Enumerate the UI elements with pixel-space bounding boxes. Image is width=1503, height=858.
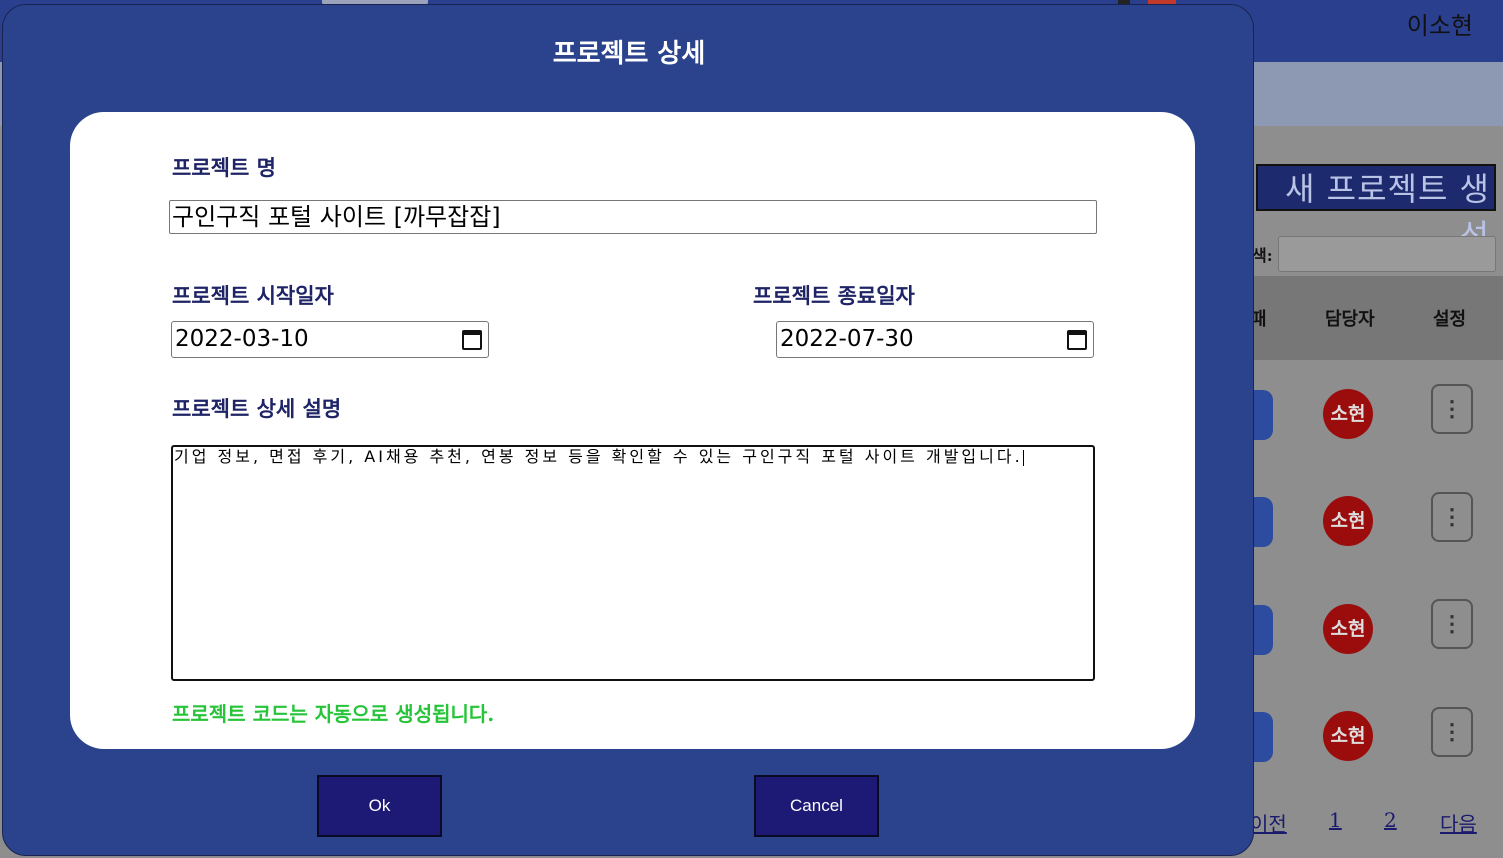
start-date-label: 프로젝트 시작일자 bbox=[172, 283, 334, 308]
text-caret bbox=[1022, 449, 1024, 466]
avatar: 소현 bbox=[1323, 389, 1373, 439]
table-row[interactable] bbox=[1254, 390, 1273, 440]
table-header-owner: 담당자 bbox=[1325, 309, 1375, 330]
table-row[interactable] bbox=[1254, 605, 1273, 655]
new-project-button[interactable]: 새 프로젝트 생성 bbox=[1256, 164, 1496, 255]
calendar-icon[interactable] bbox=[1067, 330, 1087, 350]
start-date-value: 2022-03-10 bbox=[175, 326, 309, 352]
avatar: 소현 bbox=[1323, 604, 1373, 654]
description-label: 프로젝트 상세 설명 bbox=[172, 396, 342, 421]
ok-button[interactable]: Ok bbox=[317, 775, 442, 837]
project-name-label: 프로젝트 명 bbox=[172, 155, 276, 180]
auto-code-notice: 프로젝트 코드는 자동으로 생성됩니다. bbox=[172, 702, 495, 726]
end-date-input[interactable]: 2022-07-30 bbox=[776, 321, 1094, 358]
description-textarea[interactable]: 기업 정보, 면접 후기, AI채용 추천, 연봉 정보 등을 확인할 수 있는… bbox=[171, 445, 1095, 681]
avatar: 소현 bbox=[1323, 496, 1373, 546]
row-menu-button[interactable]: ⋮ bbox=[1431, 599, 1473, 649]
pagination-page-1[interactable]: 1 bbox=[1329, 808, 1342, 832]
row-menu-button[interactable]: ⋮ bbox=[1431, 384, 1473, 434]
description-text: 기업 정보, 면접 후기, AI채용 추천, 연봉 정보 등을 확인할 수 있는… bbox=[174, 447, 1023, 466]
table-header-settings: 설정 bbox=[1433, 309, 1467, 330]
row-menu-button[interactable]: ⋮ bbox=[1431, 707, 1473, 757]
search-label: 색: bbox=[1252, 246, 1273, 265]
calendar-icon[interactable] bbox=[462, 330, 482, 350]
pagination-next[interactable]: 다음 bbox=[1440, 808, 1477, 837]
pagination-prev[interactable]: 이전 bbox=[1250, 808, 1287, 837]
project-detail-modal: 프로젝트 상세 프로젝트 명 구인구직 포털 사이트 [까무잡잡] 프로젝트 시… bbox=[2, 4, 1254, 856]
user-name[interactable]: 이소현 bbox=[1407, 6, 1473, 41]
modal-form-card: 프로젝트 명 구인구직 포털 사이트 [까무잡잡] 프로젝트 시작일자 2022… bbox=[70, 112, 1195, 749]
table-row[interactable] bbox=[1254, 712, 1273, 762]
cancel-button[interactable]: Cancel bbox=[754, 775, 879, 837]
start-date-input[interactable]: 2022-03-10 bbox=[171, 321, 489, 358]
pagination-page-2[interactable]: 2 bbox=[1384, 808, 1397, 832]
end-date-label: 프로젝트 종료일자 bbox=[753, 283, 915, 308]
end-date-value: 2022-07-30 bbox=[780, 326, 914, 352]
avatar: 소현 bbox=[1323, 711, 1373, 761]
table-row[interactable] bbox=[1254, 497, 1273, 547]
modal-title: 프로젝트 상세 bbox=[552, 39, 706, 69]
search-input[interactable] bbox=[1278, 236, 1496, 272]
project-name-input[interactable]: 구인구직 포털 사이트 [까무잡잡] bbox=[169, 200, 1097, 234]
row-menu-button[interactable]: ⋮ bbox=[1431, 492, 1473, 542]
